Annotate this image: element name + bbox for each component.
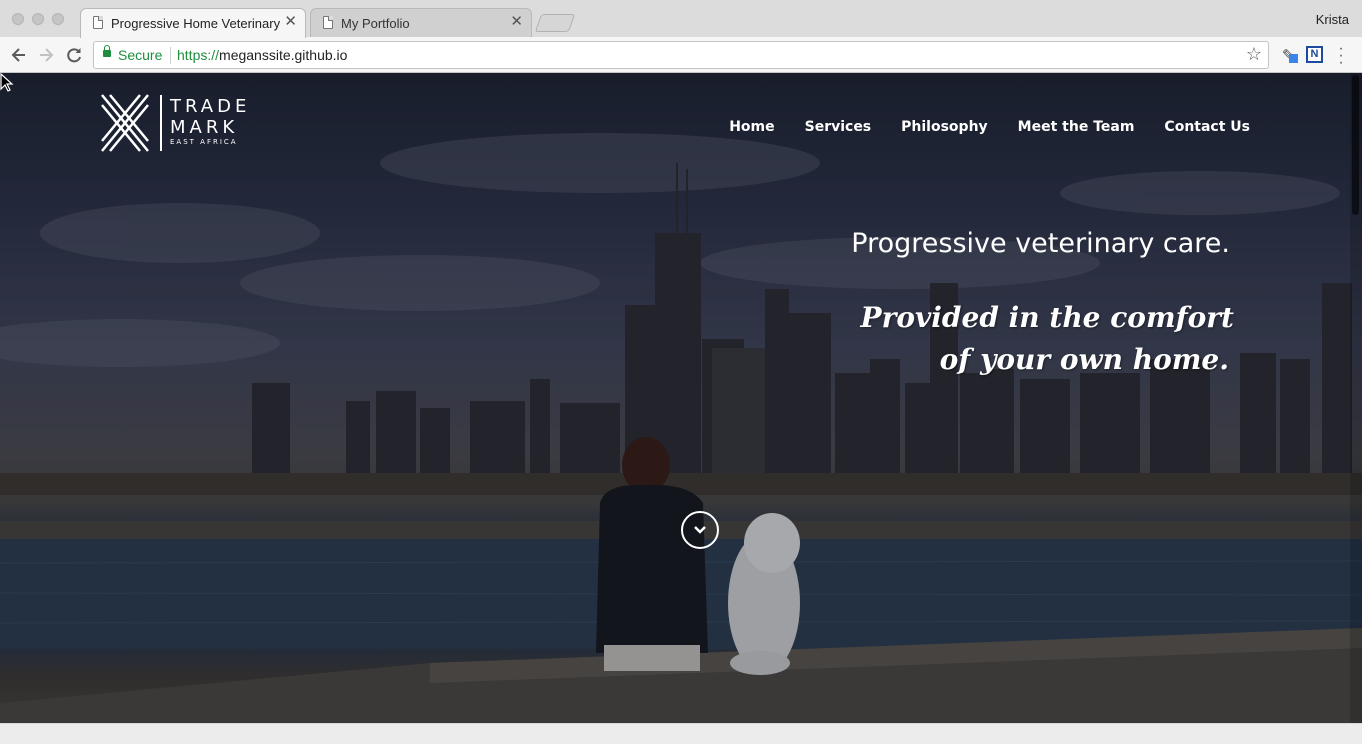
page-scrollbar[interactable] bbox=[1350, 73, 1362, 723]
logo-line-2: MARK bbox=[170, 117, 239, 138]
browser-titlebar: Progressive Home Veterinary C ✕ My Portf… bbox=[0, 0, 1362, 38]
url-text[interactable]: https://meganssite.github.io bbox=[177, 47, 347, 63]
browser-toolbar: Secure https://meganssite.github.io ☆ ✎ … bbox=[0, 37, 1362, 73]
nav-meet-the-team[interactable]: Meet the Team bbox=[1018, 119, 1135, 135]
hero-section: TRADE MARK EAST AFRICA Home Services Phi… bbox=[0, 73, 1362, 723]
close-tab-icon[interactable]: ✕ bbox=[284, 14, 297, 30]
close-tab-icon[interactable]: ✕ bbox=[510, 14, 523, 30]
menu-dots-icon[interactable]: · · · bbox=[1336, 41, 1346, 71]
n-extension-icon[interactable]: N bbox=[1306, 46, 1323, 63]
nav-contact-us[interactable]: Contact Us bbox=[1164, 119, 1250, 135]
chevron-down-icon bbox=[694, 526, 706, 534]
next-section-edge bbox=[0, 723, 1362, 744]
minimize-window-button[interactable] bbox=[32, 13, 44, 25]
page-viewport: TRADE MARK EAST AFRICA Home Services Phi… bbox=[0, 73, 1362, 744]
nav-philosophy[interactable]: Philosophy bbox=[901, 119, 988, 135]
logo-x-icon bbox=[101, 94, 149, 152]
reload-icon[interactable] bbox=[63, 44, 85, 66]
back-arrow-icon[interactable] bbox=[8, 44, 30, 66]
hero-tagline-line-1: Provided in the comfort bbox=[860, 301, 1234, 334]
close-window-button[interactable] bbox=[12, 13, 24, 25]
hero-headline: Progressive veterinary care. bbox=[851, 228, 1230, 259]
secure-label[interactable]: Secure bbox=[118, 47, 162, 63]
hero-overlay bbox=[0, 73, 1362, 723]
star-icon[interactable]: ☆ bbox=[1246, 44, 1262, 65]
url-scheme: https:// bbox=[177, 47, 220, 63]
page-icon bbox=[93, 16, 103, 29]
tab-title: Progressive Home Veterinary C bbox=[111, 16, 283, 31]
omnibox-divider bbox=[170, 47, 171, 64]
hero-tagline-line-2: of your own home. bbox=[939, 343, 1229, 376]
pen-extension-icon[interactable]: ✎ bbox=[1282, 46, 1298, 64]
tab-my-portfolio[interactable]: My Portfolio ✕ bbox=[310, 8, 532, 38]
address-bar[interactable]: Secure https://meganssite.github.io ☆ bbox=[93, 41, 1269, 69]
site-logo[interactable]: TRADE MARK EAST AFRICA bbox=[100, 91, 250, 155]
main-nav: Home Services Philosophy Meet the Team C… bbox=[729, 119, 1250, 135]
nav-services[interactable]: Services bbox=[805, 119, 872, 135]
mouse-cursor-icon bbox=[0, 73, 14, 92]
forward-arrow-icon[interactable] bbox=[35, 44, 57, 66]
zoom-window-button[interactable] bbox=[52, 13, 64, 25]
logo-line-3: EAST AFRICA bbox=[170, 138, 238, 146]
page-icon bbox=[323, 16, 333, 29]
new-tab-button[interactable] bbox=[534, 14, 576, 32]
logo-line-1: TRADE bbox=[170, 96, 251, 117]
scroll-down-button[interactable] bbox=[681, 511, 719, 549]
tab-title: My Portfolio bbox=[341, 16, 410, 31]
profile-name[interactable]: Krista bbox=[1316, 12, 1349, 27]
nav-home[interactable]: Home bbox=[729, 119, 774, 135]
url-host: meganssite.github.io bbox=[219, 47, 348, 63]
scrollbar-thumb[interactable] bbox=[1352, 75, 1359, 215]
logo-divider bbox=[160, 95, 162, 151]
tab-progressive-home-veterinary[interactable]: Progressive Home Veterinary C ✕ bbox=[80, 8, 306, 38]
lock-icon bbox=[103, 45, 111, 57]
